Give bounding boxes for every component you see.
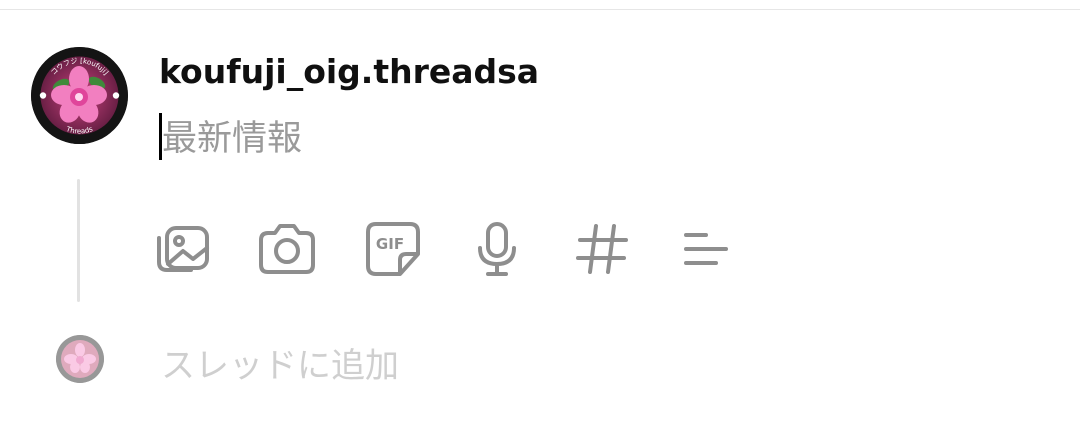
gif-icon: GIF — [366, 222, 420, 276]
add-to-thread[interactable]: スレッドに追加 — [161, 338, 399, 387]
top-divider — [0, 9, 1080, 10]
attach-image-button[interactable] — [151, 218, 213, 280]
hashtag-icon — [576, 224, 628, 274]
avatar-image: コウフジ [koufuji] Threads — [31, 47, 128, 144]
hashtag-button[interactable] — [571, 218, 633, 280]
small-profile-avatar — [56, 335, 104, 383]
thread-connector-line — [77, 179, 80, 302]
voice-button[interactable] — [466, 218, 528, 280]
compose-thread-screen: コウフジ [koufuji] Threads koufuji_oig.threa… — [0, 0, 1080, 434]
microphone-icon — [478, 222, 516, 276]
gif-icon-label: GIF — [376, 235, 404, 253]
camera-icon — [259, 224, 315, 274]
gallery-icon — [157, 226, 209, 272]
text-caret — [159, 113, 162, 160]
username: koufuji_oig.threadsa — [159, 52, 540, 91]
camera-button[interactable] — [256, 218, 318, 280]
gif-button[interactable]: GIF — [362, 218, 424, 280]
profile-avatar[interactable]: コウフジ [koufuji] Threads — [31, 47, 128, 144]
poll-button[interactable] — [675, 218, 737, 280]
thread-text-input[interactable] — [158, 114, 962, 164]
poll-icon — [684, 233, 728, 265]
small-avatar-image — [56, 335, 104, 383]
